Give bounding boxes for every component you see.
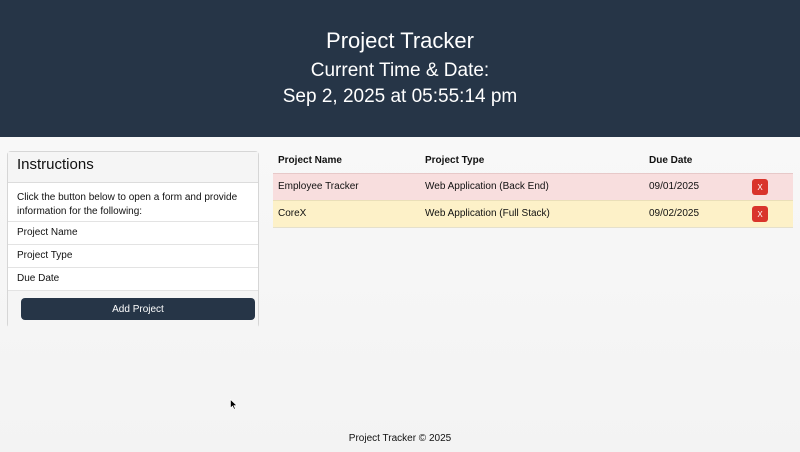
projects-table: Project Name Project Type Due Date Emplo… xyxy=(273,151,793,228)
project-name-cell: CoreX xyxy=(278,208,307,219)
instructions-card: Instructions Click the button below to o… xyxy=(7,151,259,329)
page-footer: Project Tracker © 2025 xyxy=(348,433,452,444)
delete-project-button[interactable]: X xyxy=(752,179,768,195)
mouse-pointer-icon xyxy=(230,399,238,410)
instruction-item-due-date: Due Date xyxy=(8,267,258,290)
project-type-cell: Web Application (Back End) xyxy=(425,181,549,192)
table-header-row: Project Name Project Type Due Date xyxy=(273,151,793,173)
due-date-cell: 09/02/2025 xyxy=(649,208,700,219)
column-header-due-date: Due Date xyxy=(649,155,693,166)
page-title: Project Tracker xyxy=(326,28,474,53)
due-date-cell: 09/01/2025 xyxy=(649,181,700,192)
current-datetime: Sep 2, 2025 at 05:55:14 pm xyxy=(282,86,518,107)
add-project-button[interactable]: Add Project xyxy=(21,298,255,320)
instruction-item-project-name: Project Name xyxy=(8,221,258,244)
project-name-cell: Employee Tracker xyxy=(278,181,359,192)
time-label: Current Time & Date: xyxy=(310,60,490,81)
header: Project Tracker Current Time & Date: Sep… xyxy=(0,0,800,137)
instructions-title: Instructions xyxy=(8,152,258,183)
project-type-cell: Web Application (Full Stack) xyxy=(425,208,550,219)
column-header-project-name: Project Name xyxy=(278,155,342,166)
instruction-item-project-type: Project Type xyxy=(8,244,258,267)
instructions-text: Click the button below to open a form an… xyxy=(17,192,238,217)
delete-project-button[interactable]: X xyxy=(752,206,768,222)
table-row: Employee Tracker Web Application (Back E… xyxy=(273,173,793,200)
column-header-project-type: Project Type xyxy=(425,155,485,166)
table-row: CoreX Web Application (Full Stack) 09/02… xyxy=(273,200,793,228)
instructions-footer: Add Project xyxy=(8,290,258,329)
